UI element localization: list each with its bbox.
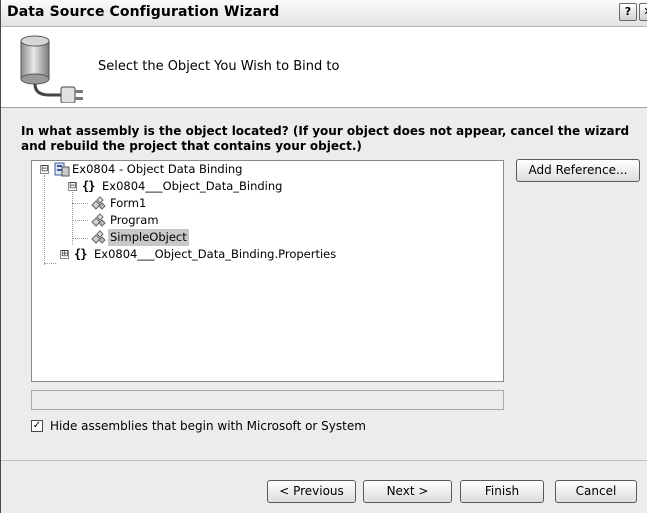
namespace-icon: {} xyxy=(82,179,95,193)
hide-assemblies-checkbox[interactable]: ✓ xyxy=(31,420,43,432)
wizard-window: Data Source Configuration Wizard ? ✕ Sel… xyxy=(0,0,647,513)
finish-button[interactable]: Finish xyxy=(460,480,544,503)
tree-node-project[interactable]: ⊟ Ex0804 - Object Data Binding xyxy=(32,161,502,178)
tree-node-class[interactable]: Program xyxy=(32,212,502,229)
hide-assemblies-label[interactable]: Hide assemblies that begin with Microsof… xyxy=(50,419,366,433)
class-icon xyxy=(91,196,106,210)
collapse-toggle[interactable]: ⊟ xyxy=(68,182,77,191)
tree-node-label: SimpleObject xyxy=(108,229,189,246)
database-plug-icon xyxy=(20,35,83,103)
project-icon xyxy=(54,162,70,177)
tree-line xyxy=(44,263,56,264)
close-button[interactable]: ✕ xyxy=(639,3,647,21)
page-title: Select the Object You Wish to Bind to xyxy=(98,59,340,74)
status-field xyxy=(31,390,504,410)
tree-node-class-selected[interactable]: SimpleObject xyxy=(32,229,502,246)
tree-node-label: Form1 xyxy=(110,196,147,210)
add-reference-button[interactable]: Add Reference... xyxy=(516,159,640,182)
tree-node-namespace[interactable]: ⊞ {} Ex0804___Object_Data_Binding.Proper… xyxy=(32,246,502,263)
window-title: Data Source Configuration Wizard xyxy=(7,4,280,20)
class-icon xyxy=(91,213,106,227)
namespace-icon: {} xyxy=(74,247,87,261)
assembly-question: In what assembly is the object located? … xyxy=(21,124,630,153)
footer-divider xyxy=(1,460,647,461)
tree-node-label: Ex0804___Object_Data_Binding.Properties xyxy=(94,247,337,261)
class-icon xyxy=(91,230,106,244)
tree-node-class[interactable]: Form1 xyxy=(32,195,502,212)
wizard-header: Select the Object You Wish to Bind to xyxy=(1,27,647,108)
tree-node-label: Program xyxy=(110,213,159,227)
cancel-button[interactable]: Cancel xyxy=(555,480,637,503)
tree-node-label: Ex0804___Object_Data_Binding xyxy=(102,179,283,193)
previous-button[interactable]: < Previous xyxy=(267,480,356,503)
tree-node-namespace[interactable]: ⊟ {} Ex0804___Object_Data_Binding xyxy=(32,178,502,195)
expand-toggle[interactable]: ⊞ xyxy=(60,250,69,259)
title-bar[interactable]: Data Source Configuration Wizard ? ✕ xyxy=(1,0,647,27)
assembly-tree[interactable]: ⊟ Ex0804 - Object Data Binding ⊟ {} Ex08… xyxy=(31,160,504,382)
help-button[interactable]: ? xyxy=(619,3,637,21)
collapse-toggle[interactable]: ⊟ xyxy=(40,165,49,174)
next-button[interactable]: Next > xyxy=(363,480,452,503)
tree-node-label: Ex0804 - Object Data Binding xyxy=(72,162,243,176)
